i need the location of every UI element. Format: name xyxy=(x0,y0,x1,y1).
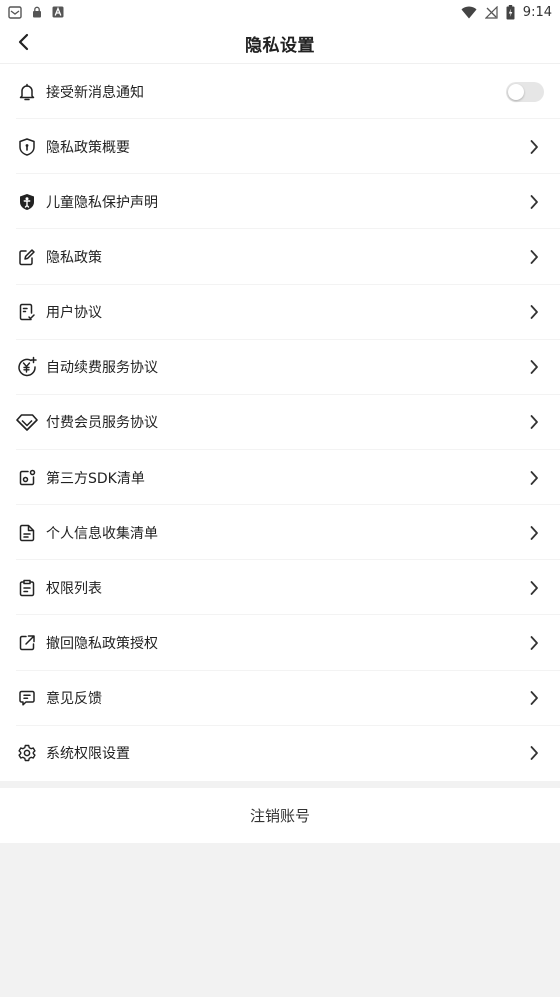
setting-label: 第三方SDK清单 xyxy=(46,470,145,487)
chevron-right-icon xyxy=(526,194,542,210)
app-header: 隐私设置 xyxy=(0,24,560,64)
setting-label: 接受新消息通知 xyxy=(46,84,144,101)
document-list-icon xyxy=(16,522,38,544)
back-button[interactable] xyxy=(8,28,40,60)
setting-label: 隐私政策概要 xyxy=(46,139,130,156)
permission-list-icon xyxy=(16,577,38,599)
privacy-settings-screen: 9:14 隐私设置 接受新消息通知 隐私政策概要 儿童隐私保护声明 隐私政策 用… xyxy=(0,0,560,997)
setting-label: 付费会员服务协议 xyxy=(46,415,158,432)
setting-row-feedback[interactable]: 意见反馈 xyxy=(0,671,560,726)
setting-label: 儿童隐私保护声明 xyxy=(46,194,158,211)
chevron-right-icon xyxy=(526,414,542,430)
notification-toggle[interactable] xyxy=(506,81,544,102)
chevron-right-icon xyxy=(526,635,542,651)
setting-row-personal-info-collection-list[interactable]: 个人信息收集清单 xyxy=(0,505,560,561)
third-party-icon xyxy=(16,467,38,489)
status-time: 9:14 xyxy=(522,4,552,20)
bell-icon xyxy=(16,81,38,103)
setting-row-third-party-sdk-list[interactable]: 第三方SDK清单 xyxy=(0,450,560,506)
wifi-icon xyxy=(461,6,477,19)
setting-label: 隐私政策 xyxy=(46,249,102,266)
setting-row-paid-membership-agreement[interactable]: 付费会员服务协议 xyxy=(0,395,560,451)
setting-row-revoke-privacy-authorization[interactable]: 撤回隐私政策授权 xyxy=(0,615,560,671)
chevron-right-icon xyxy=(526,139,542,155)
a-notification-icon xyxy=(52,6,64,18)
setting-row-privacy-policy[interactable]: 隐私政策 xyxy=(0,229,560,285)
mail-icon xyxy=(8,5,22,19)
gear-icon xyxy=(16,742,38,764)
child-shield-icon xyxy=(16,191,38,213)
setting-row-auto-renew-agreement[interactable]: 自动续费服务协议 xyxy=(0,340,560,395)
chevron-right-icon xyxy=(526,304,542,320)
yuan-renew-icon xyxy=(16,356,38,378)
setting-label: 意见反馈 xyxy=(46,691,102,708)
setting-row-permission-list[interactable]: 权限列表 xyxy=(0,560,560,616)
setting-row-system-permission-settings[interactable]: 系统权限设置 xyxy=(0,726,560,781)
feedback-icon xyxy=(16,687,38,709)
setting-label: 用户协议 xyxy=(46,305,102,322)
setting-label: 系统权限设置 xyxy=(46,746,130,763)
shield-icon xyxy=(16,136,38,158)
setting-label: 个人信息收集清单 xyxy=(46,525,158,542)
setting-label: 自动续费服务协议 xyxy=(46,360,158,377)
chevron-right-icon xyxy=(526,359,542,375)
deregister-account-button[interactable]: 注销账号 xyxy=(0,788,560,843)
status-bar: 9:14 xyxy=(0,0,560,24)
setting-label: 撤回隐私政策授权 xyxy=(46,635,158,652)
toggle-knob xyxy=(508,83,524,100)
chevron-right-icon xyxy=(526,745,542,761)
lock-icon xyxy=(32,6,42,18)
battery-charging-icon xyxy=(506,4,515,20)
setting-label: 权限列表 xyxy=(46,580,102,597)
status-left xyxy=(8,5,64,19)
settings-list: 接受新消息通知 隐私政策概要 儿童隐私保护声明 隐私政策 用户协议 自动续费服务… xyxy=(0,64,560,781)
chevron-right-icon xyxy=(526,580,542,596)
page-title: 隐私设置 xyxy=(245,36,315,56)
setting-row-privacy-policy-summary[interactable]: 隐私政策概要 xyxy=(0,119,560,175)
setting-row-new-message-notification[interactable]: 接受新消息通知 xyxy=(0,64,560,120)
revoke-share-icon xyxy=(16,632,38,654)
edit-document-icon xyxy=(16,246,38,268)
chevron-left-icon xyxy=(17,33,31,55)
deregister-label: 注销账号 xyxy=(249,807,310,825)
setting-row-user-agreement[interactable]: 用户协议 xyxy=(0,285,560,340)
chevron-right-icon xyxy=(526,249,542,265)
chevron-right-icon xyxy=(526,525,542,541)
diamond-icon xyxy=(16,411,38,433)
status-right: 9:14 xyxy=(461,4,552,20)
no-signal-icon xyxy=(484,5,498,19)
user-agreement-icon xyxy=(16,301,38,323)
chevron-right-icon xyxy=(526,470,542,486)
chevron-right-icon xyxy=(526,690,542,706)
setting-row-children-privacy-statement[interactable]: 儿童隐私保护声明 xyxy=(0,174,560,230)
